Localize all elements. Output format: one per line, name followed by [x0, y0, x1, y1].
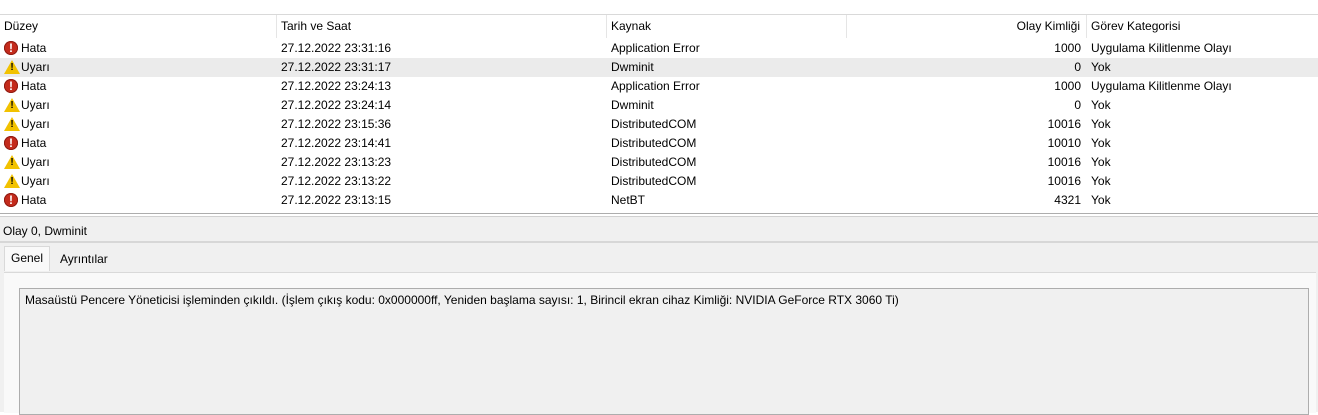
cell-datetime: 27.12.2022 23:31:16 [281, 41, 392, 55]
table-row[interactable]: Uyarı 27.12.2022 23:15:36 DistributedCOM 10… [0, 115, 1318, 134]
cell-event-id: 1000 [1054, 41, 1081, 55]
warning-icon [4, 98, 20, 112]
level-label: Uyarı [21, 98, 50, 112]
cell-event-id: 0 [1074, 60, 1081, 74]
events-list[interactable]: Düzey Tarih ve Saat Kaynak Olay Kimliği … [0, 15, 1318, 213]
events-list-rows: Hata 27.12.2022 23:31:16 Application Error… [0, 39, 1318, 210]
warning-icon [4, 117, 20, 131]
cell-task-category: Uygulama Kilitlenme Olayı [1091, 41, 1232, 55]
cell-source: DistributedCOM [611, 117, 697, 131]
cell-source: DistributedCOM [611, 136, 697, 150]
cell-level: Uyarı [0, 58, 277, 77]
cell-event-id: 10016 [1047, 117, 1081, 131]
error-icon [4, 191, 18, 209]
cell-datetime: 27.12.2022 23:24:14 [281, 98, 392, 112]
cell-level: Hata [0, 134, 277, 153]
divider [0, 241, 1318, 243]
table-row[interactable]: Uyarı 27.12.2022 23:13:23 DistributedCOM 10… [0, 153, 1318, 172]
cell-event-id: 0 [1074, 98, 1081, 112]
cell-task-category: Yok [1091, 60, 1111, 74]
cell-task-category: Yok [1091, 193, 1111, 207]
cell-datetime: 27.12.2022 23:15:36 [281, 117, 392, 131]
level-label: Uyarı [21, 117, 50, 131]
cell-datetime: 27.12.2022 23:14:41 [281, 136, 392, 150]
table-row[interactable]: Uyarı 27.12.2022 23:13:22 DistributedCOM 10… [0, 172, 1318, 191]
cell-source: Dwminit [611, 60, 654, 74]
table-row[interactable]: Hata 27.12.2022 23:24:13 Application Error… [0, 77, 1318, 96]
column-header-level[interactable]: Düzey [0, 15, 277, 38]
general-tab-panel: Masaüstü Pencere Yöneticisi işleminden ç… [4, 272, 1316, 415]
cell-source: Dwminit [611, 98, 654, 112]
cell-level: Hata [0, 77, 277, 96]
level-label: Hata [21, 41, 47, 55]
cell-level: Uyarı [0, 115, 277, 134]
cell-event-id: 10010 [1047, 136, 1081, 150]
cell-level: Hata [0, 39, 277, 58]
cell-level: Uyarı [0, 153, 277, 172]
level-label: Uyarı [21, 174, 50, 188]
cell-source: DistributedCOM [611, 174, 697, 188]
level-label: Hata [21, 193, 47, 207]
column-header-source[interactable]: Kaynak [607, 15, 847, 38]
table-row[interactable]: Uyarı 27.12.2022 23:24:14 Dwminit 0 Yok [0, 96, 1318, 115]
cell-event-id: 10016 [1047, 155, 1081, 169]
cell-task-category: Yok [1091, 174, 1111, 188]
cell-source: Application Error [611, 79, 700, 93]
tab-genel[interactable]: Genel [4, 246, 51, 271]
event-details-title: Olay 0, Dwminit [3, 224, 88, 238]
error-icon [4, 77, 18, 95]
level-label: Uyarı [21, 60, 50, 74]
cell-source: NetBT [611, 193, 646, 207]
warning-icon [4, 174, 20, 188]
cell-datetime: 27.12.2022 23:13:22 [281, 174, 392, 188]
cell-event-id: 1000 [1054, 79, 1081, 93]
level-label: Uyarı [21, 155, 50, 169]
cell-task-category: Yok [1091, 117, 1111, 131]
cell-datetime: 27.12.2022 23:13:23 [281, 155, 392, 169]
cell-task-category: Yok [1091, 98, 1111, 112]
column-header-event-id[interactable]: Olay Kimliği [847, 15, 1087, 38]
cell-task-category: Yok [1091, 155, 1111, 169]
error-icon [4, 39, 18, 57]
warning-icon [4, 60, 20, 74]
cell-task-category: Yok [1091, 136, 1111, 150]
cell-datetime: 27.12.2022 23:13:15 [281, 193, 392, 207]
event-description[interactable]: Masaüstü Pencere Yöneticisi işleminden ç… [19, 288, 1309, 415]
cell-task-category: Uygulama Kilitlenme Olayı [1091, 79, 1232, 93]
table-row[interactable]: Hata 27.12.2022 23:31:16 Application Error… [0, 39, 1318, 58]
error-icon [4, 134, 18, 152]
tab-ayrintilar[interactable]: Ayrıntılar [54, 248, 114, 272]
warning-icon [4, 155, 20, 169]
cell-level: Hata [0, 191, 277, 210]
cell-source: DistributedCOM [611, 155, 697, 169]
cell-event-id: 10016 [1047, 174, 1081, 188]
column-header-datetime[interactable]: Tarih ve Saat [277, 15, 607, 38]
table-row[interactable]: Uyarı 27.12.2022 23:31:17 Dwminit 0 Yok [0, 58, 1318, 77]
level-label: Hata [21, 136, 47, 150]
event-details-pane: Olay 0, Dwminit Genel Ayrıntılar Masaüst… [0, 217, 1318, 415]
table-row[interactable]: Hata 27.12.2022 23:13:15 NetBT 4321 Yok [0, 191, 1318, 210]
cell-source: Application Error [611, 41, 700, 55]
cell-level: Uyarı [0, 172, 277, 191]
events-list-header: Düzey Tarih ve Saat Kaynak Olay Kimliği … [0, 15, 1318, 38]
cell-event-id: 4321 [1054, 193, 1081, 207]
cell-datetime: 27.12.2022 23:24:13 [281, 79, 392, 93]
level-label: Hata [21, 79, 47, 93]
table-row[interactable]: Hata 27.12.2022 23:14:41 DistributedCOM 100… [0, 134, 1318, 153]
cell-level: Uyarı [0, 96, 277, 115]
column-header-task-category[interactable]: Görev Kategorisi [1087, 15, 1318, 38]
cell-datetime: 27.12.2022 23:31:17 [281, 60, 392, 74]
window-top-strip [0, 0, 1318, 15]
